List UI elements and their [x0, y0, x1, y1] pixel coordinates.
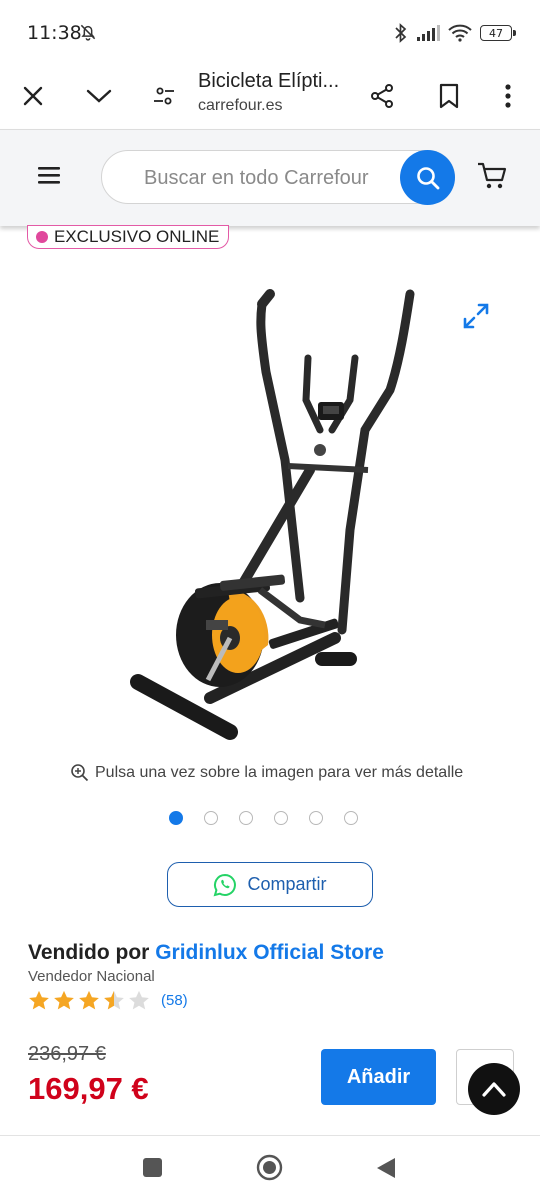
more-vert-icon: [505, 84, 511, 108]
chevron-down-icon: [86, 89, 112, 103]
star-half-icon: [104, 990, 124, 1010]
menu-icon[interactable]: [36, 164, 62, 186]
exclusive-online-badge: EXCLUSIVO ONLINE: [27, 225, 230, 249]
zoom-hint: Pulsa una vez sobre la imagen para ver m…: [70, 763, 463, 782]
minimize-button[interactable]: [79, 76, 119, 116]
zoom-in-icon: [71, 764, 89, 782]
wifi-icon: [448, 24, 472, 42]
more-options-button[interactable]: [488, 76, 528, 116]
carousel-dot-4[interactable]: [274, 811, 288, 825]
zoom-hint-text: Pulsa una vez sobre la imagen para ver m…: [95, 763, 464, 781]
price: 169,97 €: [28, 1071, 149, 1106]
star-icon: [29, 990, 49, 1010]
site-header: Buscar en todo Carrefour: [0, 129, 540, 226]
status-icons: 47: [394, 22, 516, 44]
back-button[interactable]: [375, 1156, 397, 1180]
search-placeholder: Buscar en todo Carrefour: [144, 167, 369, 189]
carousel-dot-3[interactable]: [239, 811, 253, 825]
arrow-up-icon: [482, 1082, 506, 1097]
bookmark-icon: [439, 83, 459, 109]
home-button[interactable]: [256, 1154, 283, 1181]
badge-label: EXCLUSIVO ONLINE: [54, 227, 220, 246]
page-domain: carrefour.es: [198, 97, 283, 114]
share-icon: [371, 84, 393, 108]
rating-count[interactable]: (58): [161, 992, 188, 1009]
close-tab-button[interactable]: [13, 76, 53, 116]
bell-off-icon: [80, 24, 96, 41]
star-empty-icon: [129, 990, 149, 1010]
sold-by-label: Vendido por: [28, 941, 150, 964]
share-whatsapp-button[interactable]: Compartir: [167, 862, 373, 907]
search-button[interactable]: [400, 150, 455, 205]
share-page-button[interactable]: [362, 76, 402, 116]
badge-dot: [36, 231, 48, 243]
cart-icon[interactable]: [476, 160, 508, 192]
bookmark-button[interactable]: [429, 76, 469, 116]
site-settings-button[interactable]: [144, 76, 184, 116]
status-time: 11:38: [27, 22, 82, 44]
search-input[interactable]: Buscar en todo Carrefour: [101, 150, 455, 205]
old-price: 236,97 €: [28, 1043, 106, 1065]
carousel-dot-5[interactable]: [309, 811, 323, 825]
star-icon: [54, 990, 74, 1010]
recents-button[interactable]: [143, 1158, 162, 1177]
scroll-to-top-button[interactable]: [468, 1063, 520, 1115]
expand-icon[interactable]: [462, 302, 490, 330]
battery-level: 47: [489, 26, 503, 40]
search-icon: [416, 166, 439, 189]
carousel-dot-1[interactable]: [169, 811, 183, 825]
rating[interactable]: (58): [28, 990, 188, 1011]
close-icon: [23, 86, 43, 106]
page-title: Bicicleta Elípti...: [198, 70, 340, 92]
seller-type: Vendedor Nacional: [28, 968, 155, 985]
image-carousel-dots: [169, 811, 358, 825]
tune-icon: [154, 87, 174, 105]
whatsapp-icon: [214, 873, 237, 896]
status-bar: 11:38 47: [0, 0, 540, 64]
system-nav-bar: [0, 1135, 540, 1201]
carousel-dot-2[interactable]: [204, 811, 218, 825]
signal-icon: [417, 25, 440, 41]
seller-line: Vendido por Gridinlux Official Store: [28, 941, 384, 965]
add-to-cart-button[interactable]: Añadir: [321, 1049, 436, 1105]
carousel-dot-6[interactable]: [344, 811, 358, 825]
product-image[interactable]: [110, 280, 430, 760]
share-label: Compartir: [247, 874, 327, 894]
seller-link[interactable]: Gridinlux Official Store: [155, 941, 384, 964]
bluetooth-icon: [395, 23, 407, 43]
battery-indicator: 47: [480, 25, 516, 41]
star-icon: [79, 990, 99, 1010]
